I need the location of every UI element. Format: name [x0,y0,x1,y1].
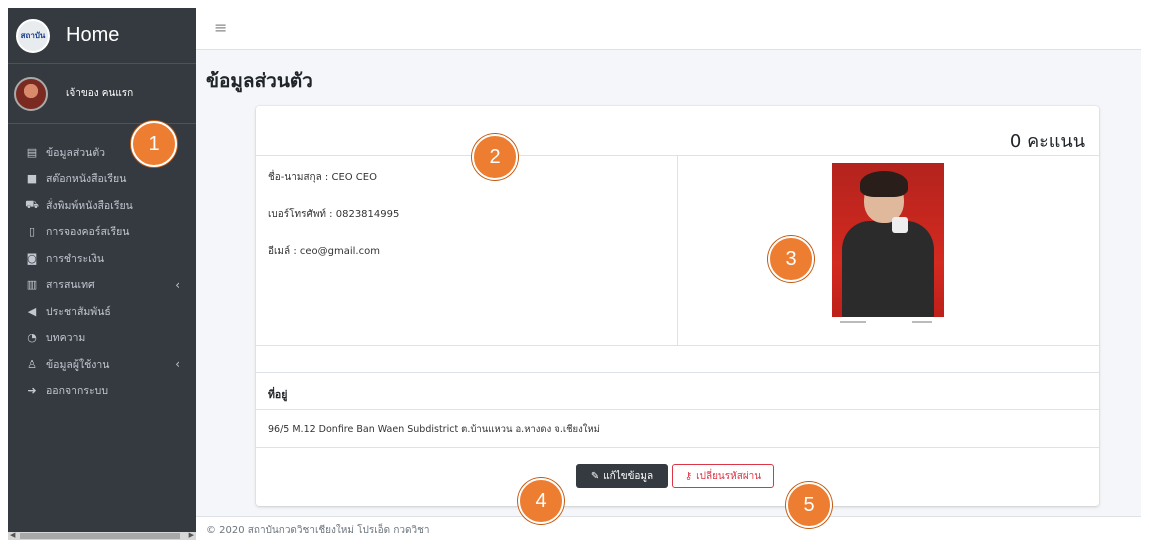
sidebar-item-label: ออกจากระบบ [46,385,108,397]
sidebar-item-information[interactable]: ▥ สารสนเทศ ‹ [8,273,196,297]
scrollbar-thumb[interactable] [20,533,180,539]
profile-photo-cell [678,156,1099,345]
edit-profile-button[interactable]: ✎ แก้ไขข้อมูล [576,464,668,488]
sidebar-item-label: การชำระเงิน [46,252,105,265]
profile-details: ชื่อ-นามสกุล : CEO CEO เบอร์โทรศัพท์ : 0… [256,156,678,345]
brand-title: Home [66,24,120,46]
main-content: ข้อมูลส่วนตัว 0 คะแนน ชื่อ-นามสกุล : CEO… [196,50,1141,516]
sidebar-item-label: บทความ [46,332,86,344]
sidebar-item-label: สารสนเทศ [46,279,95,291]
megaphone-icon: ◀ [27,304,37,318]
annotation-marker-4: 4 [518,478,564,524]
change-password-label: เปลี่ยนรหัสผ่าน [696,470,762,482]
hamburger-icon[interactable]: ≡ [214,18,227,37]
chevron-left-icon: ‹ [175,357,180,371]
key-icon: ⚷ [684,470,693,482]
score-display: 0 คะแนน [1009,131,1085,152]
sidebar-item-announcements[interactable]: ◀ ประชาสัมพันธ์ [8,299,196,323]
top-navbar: ≡ [196,8,1141,50]
rss-icon: ◔ [27,331,37,344]
document-icon: ▯ [28,225,36,238]
sidebar-item-label: การจองคอร์สเรียน [46,226,130,238]
scroll-left-icon[interactable]: ◀ [10,531,15,539]
sidebar-item-course-booking[interactable]: ▯ การจองคอร์สเรียน [8,220,196,244]
logout-icon: ➜ [27,384,37,397]
sidebar-item-articles[interactable]: ◔ บทความ [8,326,196,350]
email-line: อีเมล์ : ceo@gmail.com [268,246,380,257]
footer: © 2020 สถาบันกวดวิชาเชียงใหม่ โปรเอ็ด กว… [196,516,1141,540]
page-title: ข้อมูลส่วนตัว [206,70,313,92]
avatar [14,76,48,111]
cart-icon: ⛟ [25,197,39,211]
brand-link[interactable]: สถาบัน Home [8,8,196,64]
profile-photo [832,163,944,329]
profile-info-table: ชื่อ-นามสกุล : CEO CEO เบอร์โทรศัพท์ : 0… [256,155,1099,346]
sidebar-item-label: สต๊อกหนังสือเรียน [46,173,127,185]
annotation-marker-1: 1 [131,121,177,167]
sidebar-item-label: ข้อมูลส่วนตัว [46,146,106,159]
money-icon: ◙ [26,251,38,265]
profile-card: 0 คะแนน ชื่อ-นามสกุล : CEO CEO เบอร์โทรศ… [256,106,1099,506]
change-password-button[interactable]: ⚷ เปลี่ยนรหัสผ่าน [672,464,774,488]
id-card-icon: ▤ [26,145,38,159]
sidebar-item-label: สั่งพิมพ์หนังสือเรียน [46,199,133,212]
sidebar-item-payment[interactable]: ◙ การชำระเงิน [8,246,196,270]
chevron-left-icon: ‹ [175,277,180,292]
edit-profile-label: แก้ไขข้อมูล [603,470,654,482]
sidebar-item-logout[interactable]: ➜ ออกจากระบบ [8,379,196,403]
box-icon: ■ [26,172,38,185]
address-heading: ที่อยู่ [256,372,1099,410]
chart-icon: ▥ [26,278,38,291]
sidebar-item-book-stock[interactable]: ■ สต๊อกหนังสือเรียน [8,167,196,191]
sidebar-item-label: ข้อมูลผู้ใช้งาน [46,358,110,371]
sidebar-nav: ▤ ข้อมูลส่วนตัว ■ สต๊อกหนังสือเรียน ⛟ สั… [8,124,196,403]
annotation-marker-3: 3 [768,236,814,282]
name-line: ชื่อ-นามสกุล : CEO CEO [268,172,377,183]
annotation-marker-5: 5 [786,482,832,528]
sidebar-item-label: ประชาสัมพันธ์ [46,305,111,318]
annotation-marker-2: 2 [472,134,518,180]
sidebar: สถาบัน Home เจ้าของ คนแรก ▤ ข้อมูลส่วนตั… [8,8,196,540]
edit-icon: ✎ [590,470,600,482]
sidebar-item-print-order[interactable]: ⛟ สั่งพิมพ์หนังสือเรียน [8,193,196,217]
sidebar-item-users[interactable]: ♙ ข้อมูลผู้ใช้งาน ‹ [8,352,196,376]
phone-line: เบอร์โทรศัพท์ : 0823814995 [268,209,400,220]
address-text: 96/5 M.12 Donfire Ban Waen Subdistrict ต… [256,410,1099,448]
horizontal-scrollbar[interactable]: ◀ ▶ [8,531,196,540]
user-icon: ♙ [27,357,37,371]
user-name: เจ้าของ คนแรก [66,88,134,99]
brand-logo: สถาบัน [16,18,50,53]
scroll-right-icon[interactable]: ▶ [189,531,194,539]
user-panel[interactable]: เจ้าของ คนแรก [8,64,196,124]
